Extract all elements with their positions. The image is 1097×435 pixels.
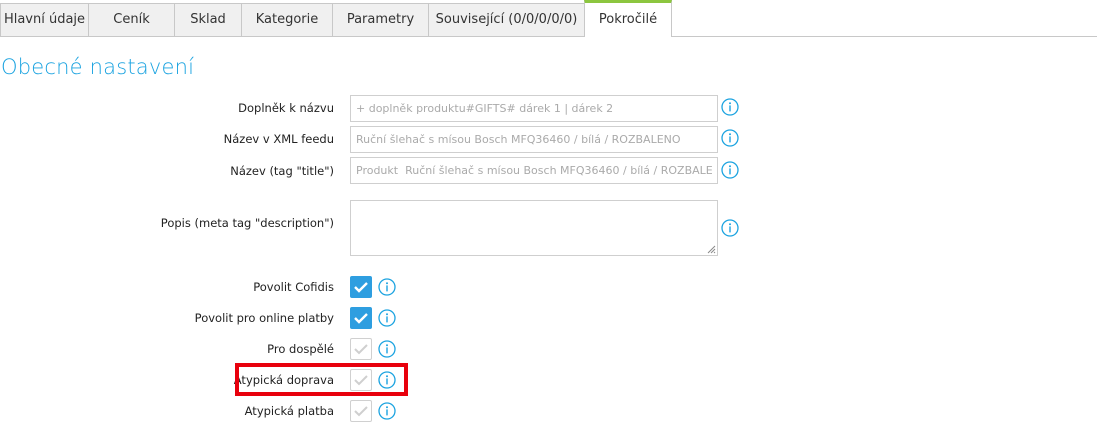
tab-kategorie[interactable]: Kategorie — [241, 3, 333, 36]
info-icon[interactable] — [721, 98, 739, 116]
info-icon[interactable] — [378, 340, 396, 358]
checkmark-icon — [354, 313, 368, 324]
meta-description-label: Popis (meta tag "description") — [160, 216, 334, 230]
info-icon[interactable] — [721, 129, 739, 147]
info-icon[interactable] — [378, 309, 396, 327]
addon-name-input[interactable] — [350, 95, 718, 122]
online-payment-label: Povolit pro online platby — [194, 311, 334, 325]
info-icon[interactable] — [378, 278, 396, 296]
online-payment-checkbox[interactable] — [350, 307, 372, 329]
info-icon[interactable] — [721, 219, 739, 237]
cofidis-label: Povolit Cofidis — [253, 280, 334, 294]
cofidis-checkbox[interactable] — [350, 276, 372, 298]
info-icon[interactable] — [721, 161, 739, 179]
tab-souvisejici[interactable]: Související (0/0/0/0/0) — [428, 3, 585, 36]
tab-bar: Hlavní údaje Ceník Sklad Kategorie Param… — [0, 0, 1097, 37]
checkmark-icon — [354, 344, 368, 355]
title-tag-label: Název (tag "title") — [230, 164, 334, 178]
highlight-box — [235, 363, 408, 396]
tab-pokrocile[interactable]: Pokročilé — [584, 0, 672, 37]
addon-name-label: Doplněk k názvu — [238, 101, 334, 115]
section-title: Obecné nastavení — [1, 55, 195, 79]
tab-sklad[interactable]: Sklad — [174, 3, 242, 36]
tab-parametry[interactable]: Parametry — [332, 3, 429, 36]
meta-description-textarea[interactable] — [350, 200, 718, 256]
tab-hlavni-udaje[interactable]: Hlavní údaje — [0, 3, 89, 36]
atypical-payment-checkbox[interactable] — [350, 400, 372, 422]
atypical-payment-label: Atypická platba — [244, 404, 334, 418]
info-icon[interactable] — [378, 402, 396, 420]
adults-checkbox[interactable] — [350, 338, 372, 360]
tab-cenik[interactable]: Ceník — [88, 3, 175, 36]
adults-label: Pro dospělé — [267, 342, 334, 356]
resize-grip-icon[interactable] — [706, 244, 716, 254]
checkmark-icon — [354, 406, 368, 417]
xml-feed-name-label: Název v XML feedu — [223, 132, 334, 146]
tab-bar-baseline — [0, 36, 1097, 37]
title-tag-input[interactable] — [350, 157, 718, 184]
xml-feed-name-input[interactable] — [350, 126, 718, 153]
checkmark-icon — [354, 282, 368, 293]
